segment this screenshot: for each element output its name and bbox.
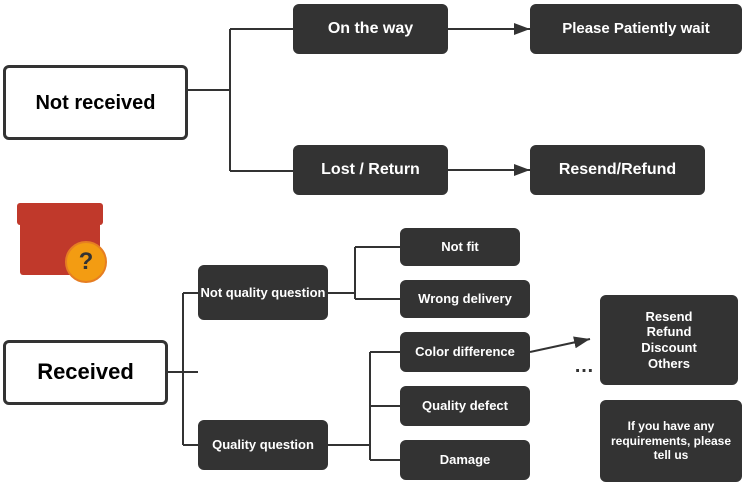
on-the-way-box: On the way bbox=[293, 4, 448, 54]
quality-defect-box: Quality defect bbox=[400, 386, 530, 426]
resend-options-box: Resend Refund Discount Others bbox=[600, 295, 738, 385]
wrong-delivery-box: Wrong delivery bbox=[400, 280, 530, 318]
question-circle: ? bbox=[65, 241, 107, 283]
lost-return-box: Lost / Return bbox=[293, 145, 448, 195]
color-difference-box: Color difference bbox=[400, 332, 530, 372]
not-fit-box: Not fit bbox=[400, 228, 520, 266]
damage-box: Damage bbox=[400, 440, 530, 480]
quality-question-box: Quality question bbox=[198, 420, 328, 470]
not-quality-box: Not quality question bbox=[198, 265, 328, 320]
received-box: Received bbox=[3, 340, 168, 405]
gift-icon: ? bbox=[10, 175, 120, 285]
ellipsis-dots: … bbox=[574, 355, 596, 378]
not-received-box: Not received bbox=[3, 65, 188, 140]
resend-refund-top-box: Resend/Refund bbox=[530, 145, 705, 195]
diagram: Not received On the way Please Patiently… bbox=[0, 0, 750, 500]
please-wait-box: Please Patiently wait bbox=[530, 4, 742, 54]
requirements-box: If you have any requirements, please tel… bbox=[600, 400, 742, 482]
